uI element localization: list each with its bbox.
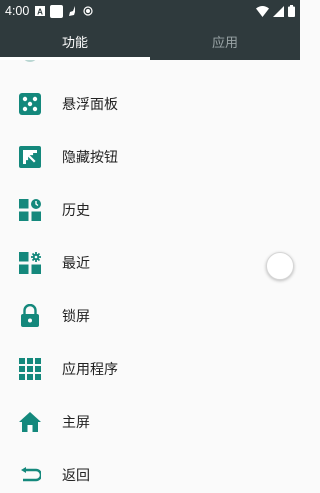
svg-text:A: A [37, 8, 43, 17]
list-item-recent[interactable]: 最近 [0, 236, 300, 289]
status-bar: 4:00 A [0, 0, 300, 22]
record-dot-icon [83, 6, 93, 16]
recent-grid-icon [18, 251, 42, 275]
partial-item-icon [22, 60, 38, 62]
tab-functions[interactable]: 功能 [0, 22, 150, 60]
broom-icon [69, 6, 76, 16]
history-grid-icon [18, 198, 42, 222]
list-item-home-screen[interactable]: 主屏 [0, 395, 300, 448]
home-icon [18, 410, 42, 434]
list-item-back[interactable]: 返回 [0, 448, 300, 493]
tab-bar: 功能 应用 [0, 22, 300, 60]
list-item-label: 锁屏 [62, 308, 90, 325]
list-item-applications[interactable]: 应用程序 [0, 342, 300, 395]
cellular-signal-icon [273, 5, 284, 17]
function-list[interactable]: 悬浮面板 隐藏按钮 历史 最近 锁屏 应用程序 主屏 返回 [0, 60, 300, 493]
dice-panel-icon [18, 92, 42, 116]
list-item-history[interactable]: 历史 [0, 183, 300, 236]
list-item-label: 返回 [62, 467, 90, 484]
status-system-icons [256, 5, 295, 17]
hide-arrow-icon [18, 145, 42, 169]
back-arrow-icon [18, 463, 42, 487]
list-item-label: 最近 [62, 255, 90, 272]
list-item-hide-button[interactable]: 隐藏按钮 [0, 130, 300, 183]
status-notification-icons: A [35, 4, 93, 18]
list-item-lock-screen[interactable]: 锁屏 [0, 289, 300, 342]
wifi-icon [256, 5, 269, 17]
list-item-label: 历史 [62, 202, 90, 219]
floating-assistive-ball[interactable] [266, 252, 294, 280]
lock-icon [18, 303, 42, 328]
list-item-label: 主屏 [62, 414, 90, 431]
list-item-floating-panel[interactable]: 悬浮面板 [0, 77, 300, 130]
font-a-icon: A [35, 6, 46, 17]
list-item-label: 隐藏按钮 [62, 149, 118, 166]
list-item-label: 应用程序 [62, 361, 118, 378]
status-time: 4:00 [5, 4, 30, 18]
tab-apps[interactable]: 应用 [150, 22, 300, 60]
list-item-label: 悬浮面板 [62, 96, 118, 113]
blank-square-icon [50, 4, 64, 18]
battery-icon [288, 5, 295, 17]
apps-grid-icon [18, 357, 42, 381]
